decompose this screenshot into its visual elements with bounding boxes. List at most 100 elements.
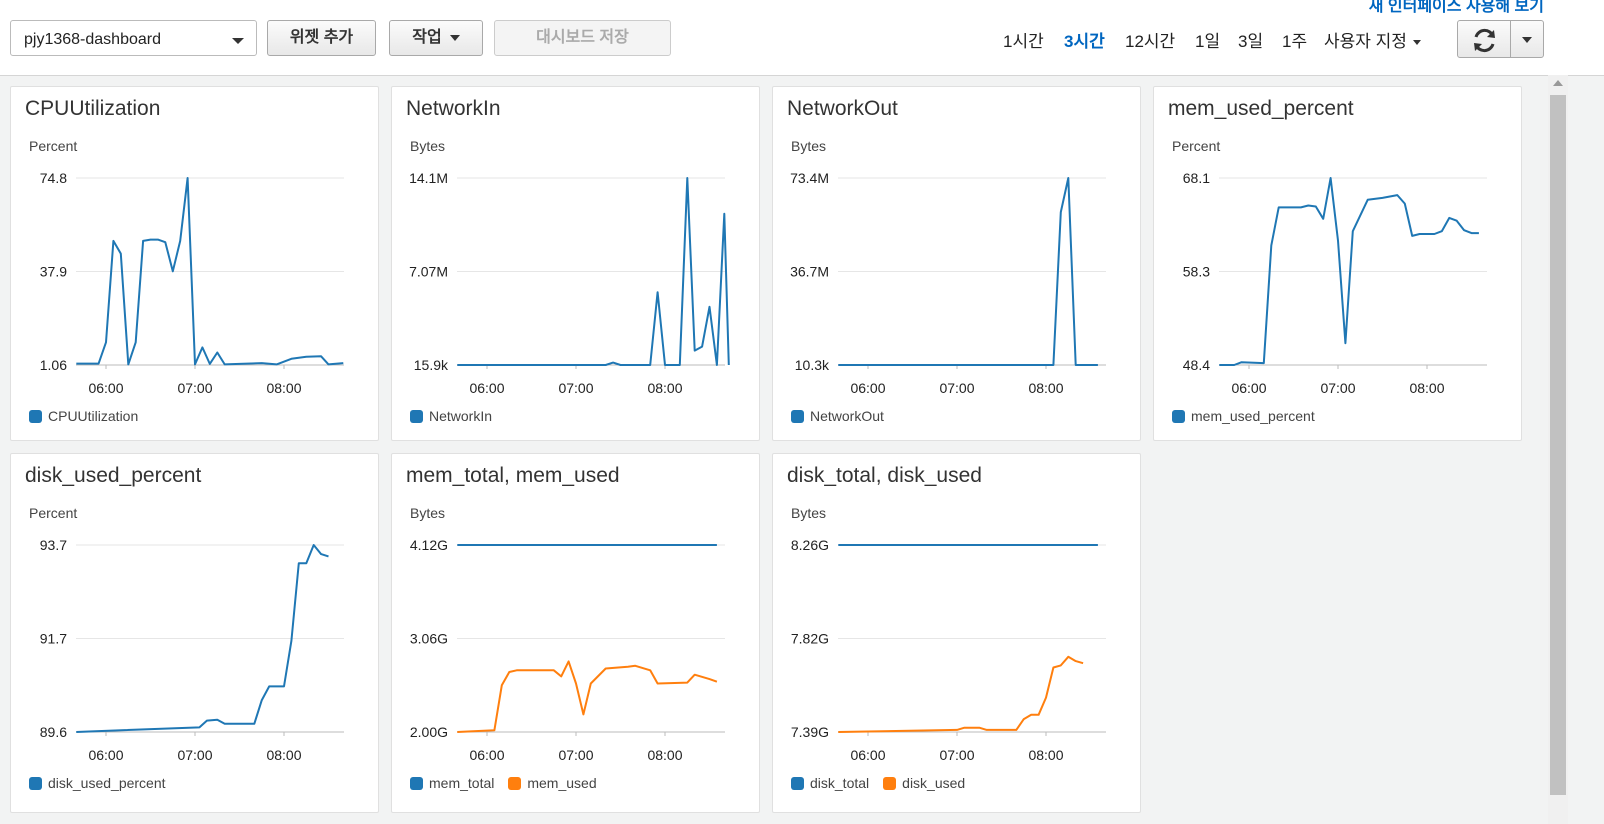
legend-label: CPUUtilization (48, 408, 139, 424)
page-scrollbar[interactable] (1548, 75, 1568, 824)
widget-title[interactable]: disk_used_percent (25, 464, 201, 488)
series-line-mem-used (457, 660, 718, 733)
y-tick-label: 48.4 (1183, 357, 1210, 373)
save-dashboard-button[interactable]: 대시보드 저장 (494, 20, 671, 56)
legend-item[interactable]: disk_used_percent (29, 775, 166, 791)
caret-down-icon (1412, 40, 1421, 46)
legend-item[interactable]: disk_used (883, 775, 965, 791)
range-3h[interactable]: 3시간 (1064, 27, 1105, 52)
refresh-options-button[interactable] (1510, 20, 1544, 58)
chart-svg: 4.12G 3.06G 2.00G 06:00 07:00 08:00 (410, 537, 725, 763)
y-axis-unit: Bytes (410, 138, 446, 154)
x-tick-label: 08:00 (647, 747, 682, 763)
widget-networkout[interactable]: 73.4M 36.7M 10.3k 06:00 07:00 08:00 NetworkOut… (772, 86, 1141, 441)
legend-item[interactable]: CPUUtilization (29, 408, 138, 424)
caret-down-icon (1522, 37, 1532, 43)
widget-title[interactable]: mem_total, mem_used (406, 464, 620, 488)
legend-swatch (883, 777, 897, 790)
y-tick-label: 73.4M (790, 170, 829, 186)
x-tick-label: 08:00 (266, 747, 301, 763)
y-axis-unit: Bytes (791, 505, 827, 521)
add-widget-button[interactable]: 위젯 추가 (267, 20, 376, 56)
legend-item[interactable]: mem_used_percent (1172, 408, 1315, 424)
x-tick-label: 07:00 (939, 747, 974, 763)
try-new-interface-link[interactable]: 새 인터페이스 사용해 보기 (1369, 0, 1544, 16)
chart-svg: 8.26G 7.82G 7.39G 06:00 07:00 08:00 (791, 537, 1106, 763)
chart-svg: 14.1M 7.07M 15.9k 06:00 07:00 08:00 (409, 170, 730, 396)
chart-legend: CPUUtilization (29, 408, 152, 424)
widget-title[interactable]: disk_total, disk_used (787, 464, 982, 488)
x-tick-label: 06:00 (1231, 380, 1266, 396)
caret-down-icon (449, 34, 460, 41)
y-tick-label: 7.82G (791, 631, 829, 647)
range-custom[interactable]: 사용자 지정 (1324, 27, 1421, 52)
scroll-up-icon[interactable] (1553, 80, 1563, 86)
legend-item[interactable]: mem_used (508, 775, 597, 791)
y-tick-label: 91.7 (40, 631, 67, 647)
widget-networkin[interactable]: 14.1M 7.07M 15.9k 06:00 07:00 08:00 NetworkIn B… (391, 86, 760, 441)
y-tick-label: 37.9 (40, 264, 67, 280)
x-tick-label: 07:00 (1320, 380, 1355, 396)
range-1d[interactable]: 1일 (1195, 27, 1220, 52)
legend-item[interactable]: disk_total (791, 775, 869, 791)
range-3d[interactable]: 3일 (1238, 27, 1263, 52)
y-tick-label: 2.00G (410, 724, 448, 740)
widget-title[interactable]: mem_used_percent (1168, 97, 1354, 121)
legend-item[interactable]: NetworkOut (791, 408, 884, 424)
legend-swatch (791, 777, 804, 790)
legend-label: NetworkIn (429, 408, 493, 424)
x-tick-label: 08:00 (1409, 380, 1444, 396)
y-axis-unit: Bytes (410, 505, 446, 521)
x-tick-label: 07:00 (558, 747, 593, 763)
legend-item[interactable]: NetworkIn (410, 408, 492, 424)
legend-swatch (29, 410, 42, 423)
y-axis-unit: Percent (29, 138, 78, 154)
x-tick-label: 06:00 (469, 380, 504, 396)
widget-disk-used-percent[interactable]: 93.7 91.7 89.6 06:00 07:00 08:00 disk_used_per… (10, 453, 379, 813)
range-1w[interactable]: 1주 (1282, 27, 1307, 52)
range-12h[interactable]: 12시간 (1125, 27, 1175, 52)
actions-button[interactable]: 작업 (389, 20, 483, 56)
chart-legend: disk_used_percent (29, 775, 180, 791)
widget-title[interactable]: NetworkIn (406, 97, 501, 121)
dashboard-select[interactable]: pjy1368-dashboard (10, 20, 257, 56)
series-line-disk-used (838, 655, 1084, 733)
y-tick-label: 93.7 (40, 537, 67, 553)
legend-swatch (410, 410, 423, 423)
x-tick-label: 07:00 (177, 380, 212, 396)
y-tick-label: 89.6 (40, 724, 67, 740)
legend-swatch (791, 410, 804, 423)
y-axis-unit: Percent (29, 505, 78, 521)
widget-mem-used-percent[interactable]: 68.1 58.3 48.4 06:00 07:00 08:00 mem_used_perc… (1153, 86, 1522, 441)
y-axis-unit: Percent (1172, 138, 1221, 154)
legend-swatch (29, 777, 42, 790)
y-tick-label: 74.8 (40, 170, 67, 186)
y-tick-label: 7.07M (409, 264, 448, 280)
legend-label: NetworkOut (810, 408, 884, 424)
widget-title[interactable]: CPUUtilization (25, 97, 160, 121)
widget-disk-total-disk-used[interactable]: 8.26G 7.82G 7.39G 06:00 07:00 08:00 disk_total… (772, 453, 1141, 813)
x-tick-label: 07:00 (177, 747, 212, 763)
range-custom-label: 사용자 지정 (1324, 32, 1407, 51)
x-tick-label: 08:00 (1028, 747, 1063, 763)
actions-button-label: 작업 (412, 29, 442, 46)
y-tick-label: 3.06G (410, 631, 448, 647)
legend-label: disk_used_percent (48, 775, 166, 791)
dashboard-toolbar: pjy1368-dashboard 위젯 추가 작업 대시보드 저장 새 인터페… (0, 0, 1604, 76)
chevron-down-icon (232, 38, 244, 44)
range-1h[interactable]: 1시간 (1003, 27, 1044, 52)
widget-mem-total-mem-used[interactable]: 4.12G 3.06G 2.00G 06:00 07:00 08:00 mem_total,… (391, 453, 760, 813)
scrollbar-thumb[interactable] (1550, 95, 1566, 795)
legend-label: mem_used (527, 775, 597, 791)
legend-label: disk_used (902, 775, 966, 791)
refresh-button[interactable] (1457, 20, 1511, 58)
legend-item[interactable]: mem_total (410, 775, 494, 791)
widget-title[interactable]: NetworkOut (787, 97, 898, 121)
widget-cpuutilization[interactable]: 74.8 37.9 1.06 06:00 07:00 08:00 CPUUtilizatio… (10, 86, 379, 441)
x-tick-label: 08:00 (647, 380, 682, 396)
y-tick-label: 14.1M (409, 170, 448, 186)
x-tick-label: 07:00 (558, 380, 593, 396)
legend-swatch (410, 777, 423, 790)
y-tick-label: 68.1 (1183, 170, 1210, 186)
x-tick-label: 08:00 (266, 380, 301, 396)
